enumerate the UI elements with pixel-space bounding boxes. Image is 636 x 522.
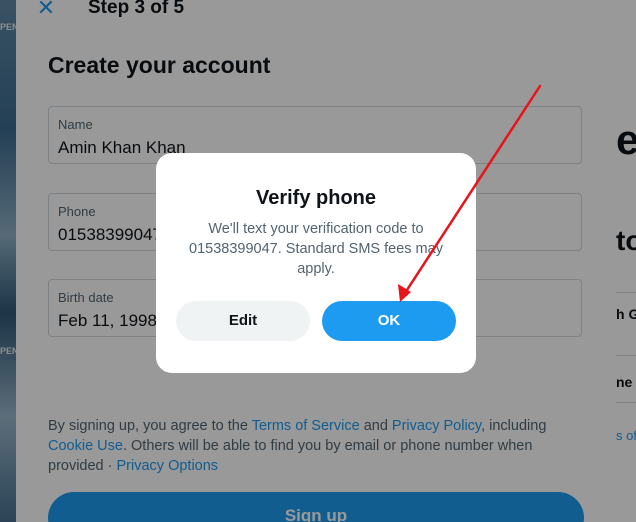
ok-button[interactable]: OK [322, 301, 456, 341]
dialog-body: We'll text your verification code to 015… [189, 221, 443, 277]
dialog-title: Verify phone [255, 187, 377, 209]
verify-phone-dialog: Verify phone We'll text your verificatio… [156, 153, 476, 373]
edit-button[interactable]: Edit [176, 301, 310, 341]
